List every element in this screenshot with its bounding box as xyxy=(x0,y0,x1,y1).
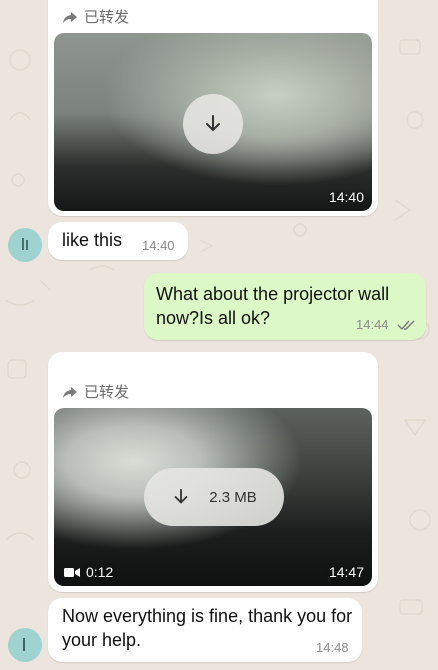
forward-icon xyxy=(63,11,77,23)
message-text: like this xyxy=(62,230,123,250)
download-icon xyxy=(206,115,220,132)
download-button[interactable] xyxy=(183,94,243,154)
message-time: 14:47 xyxy=(328,564,364,580)
message-time: 14:44 xyxy=(356,317,389,332)
video-duration: 0:12 xyxy=(64,564,113,580)
video-thumbnail[interactable]: 2.3 MB 0:12 14:47 xyxy=(54,408,372,586)
forwarded-tag: 已转发 xyxy=(62,6,129,27)
message-text: Now everything is fine, thank you for yo… xyxy=(62,606,353,650)
message-incoming-text[interactable]: Now everything is fine, thank you for yo… xyxy=(48,598,362,662)
message-time: 14:40 xyxy=(142,238,175,253)
message-time: 14:40 xyxy=(328,189,364,205)
forwarded-label: 已转发 xyxy=(84,9,130,26)
message-time: 14:48 xyxy=(316,640,349,655)
forwarded-label: 已转发 xyxy=(84,384,130,401)
avatar-icon xyxy=(22,238,28,250)
avatar[interactable] xyxy=(8,228,42,262)
message-forwarded-video-2[interactable]: 已转发 2.3 MB 0:12 14:47 xyxy=(48,352,378,592)
duration-label: 0:12 xyxy=(86,564,114,580)
message-forwarded-video-1[interactable]: 已转发 14:40 xyxy=(48,0,378,216)
download-button[interactable]: 2.3 MB xyxy=(144,468,284,526)
message-incoming-text[interactable]: like this 14:40 xyxy=(48,222,188,260)
double-check-icon xyxy=(397,320,415,331)
file-size: 2.3 MB xyxy=(209,488,257,506)
avatar-icon xyxy=(23,638,25,651)
message-outgoing-text[interactable]: What about the projector wall now?Is all… xyxy=(144,273,426,340)
video-icon xyxy=(64,567,80,577)
video-thumbnail[interactable]: 14:40 xyxy=(54,33,372,211)
download-icon xyxy=(174,488,188,504)
forwarded-tag: 已转发 xyxy=(62,381,129,402)
avatar[interactable] xyxy=(8,628,42,662)
forward-icon xyxy=(63,386,77,398)
